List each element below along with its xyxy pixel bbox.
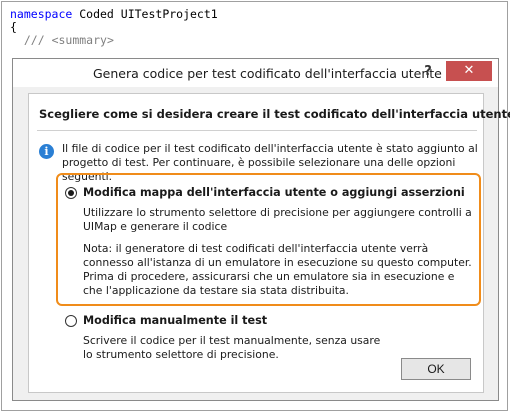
option1-note: Nota: il generatore di test codificati d… <box>83 242 472 297</box>
option2-label[interactable]: Modifica manualmente il test <box>83 314 267 327</box>
keyword-namespace: namespace <box>10 7 73 21</box>
option1-label[interactable]: Modifica mappa dell'interfaccia utente o… <box>83 186 465 199</box>
info-icon: i <box>39 144 54 159</box>
option1-description: Utilizzare lo strumento selettore di pre… <box>83 206 472 233</box>
option1-radio[interactable] <box>65 187 77 199</box>
content-panel: Scegliere come si desidera creare il tes… <box>28 93 510 393</box>
generate-code-dialog: Genera codice per test codificato dell'i… <box>12 58 510 401</box>
ok-button[interactable]: OK <box>401 358 471 380</box>
comment-tag: <summary> <box>51 33 114 47</box>
close-button[interactable]: ✕ <box>446 61 492 81</box>
close-icon: ✕ <box>463 63 475 78</box>
help-button[interactable]: ? <box>420 63 436 81</box>
comment-prefix: /// <box>23 33 52 47</box>
code-editor[interactable]: namespace Coded UITestProject1 { /// <su… <box>10 8 218 47</box>
option2-radio[interactable] <box>65 315 77 327</box>
dialog-heading: Scegliere come si desidera creare il tes… <box>39 107 510 121</box>
code-line-namespace: namespace Coded UITestProject1 <box>10 8 218 21</box>
divider <box>37 130 477 131</box>
option2-description: Scrivere il codice per il test manualmen… <box>83 334 381 361</box>
dialog-titlebar[interactable]: Genera codice per test codificato dell'i… <box>13 59 498 87</box>
code-line-comment: /// <summary> <box>10 34 218 47</box>
dialog-title: Genera codice per test codificato dell'i… <box>93 66 442 81</box>
namespace-name: Coded UITestProject1 <box>72 7 218 21</box>
